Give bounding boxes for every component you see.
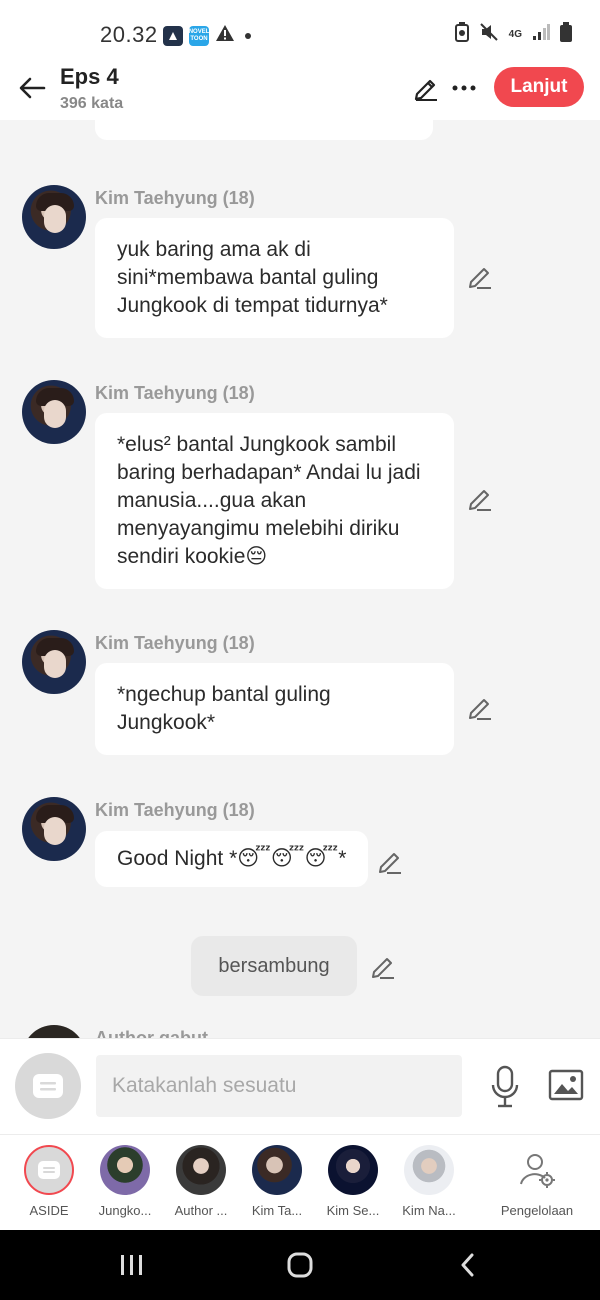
system-nav-bar: [0, 1230, 600, 1300]
more-options-button[interactable]: [448, 72, 480, 104]
next-button[interactable]: Lanjut: [494, 67, 584, 107]
pencil-icon[interactable]: [467, 263, 493, 289]
notification-icons: NOVEL TOON: [163, 24, 251, 47]
home-button[interactable]: [280, 1248, 320, 1282]
character-label: Kim Ta...: [251, 1203, 303, 1218]
character-kim-taehyung[interactable]: Kim Ta...: [242, 1145, 312, 1218]
back-nav-button[interactable]: [448, 1248, 488, 1282]
character-label: Jungko...: [98, 1203, 152, 1218]
character-label: ASIDE: [29, 1203, 69, 1218]
sender-name: Kim Taehyung (18): [95, 383, 255, 403]
message-bubble[interactable]: yuk baring ama ak di sini*membawa bantal…: [95, 218, 454, 338]
warning-icon: [215, 24, 235, 47]
pencil-icon[interactable]: [467, 485, 493, 511]
partial-message-bubble: [95, 120, 433, 140]
recent-apps-icon: [121, 1255, 142, 1275]
avatar: [404, 1145, 454, 1195]
character-bar: ASIDE Jungko... Author ... Kim Ta... Kim…: [0, 1134, 600, 1230]
edit-episode-button[interactable]: [410, 72, 442, 104]
user-gear-icon: [512, 1145, 562, 1195]
network-type: 4G: [508, 28, 522, 40]
aside-icon: [33, 1074, 63, 1098]
character-aside[interactable]: ASIDE: [14, 1145, 84, 1218]
battery-icon: [560, 22, 572, 47]
battery-saver-icon: [454, 22, 469, 47]
pencil-icon[interactable]: [467, 694, 493, 720]
signal-icon: [532, 24, 550, 45]
page-title: Eps 4: [60, 64, 119, 89]
character-label: Kim Se...: [326, 1203, 380, 1218]
microphone-icon[interactable]: [488, 1065, 522, 1109]
avatar: [176, 1145, 226, 1195]
sender-name: Kim Taehyung (18): [95, 633, 255, 653]
avatar: [100, 1145, 150, 1195]
avatar[interactable]: [22, 630, 86, 694]
pencil-icon[interactable]: [370, 953, 396, 979]
avatar[interactable]: [22, 185, 86, 249]
aside-toggle-button[interactable]: [15, 1053, 81, 1119]
pencil-icon: [414, 79, 437, 101]
pencil-icon[interactable]: [377, 848, 403, 874]
sender-name: Author gabut: [95, 1028, 208, 1038]
home-icon: [287, 1252, 313, 1278]
character-label: Pengelolaan: [500, 1203, 574, 1218]
more-notifications-dot: [245, 32, 251, 39]
message-bubble[interactable]: *elus² bantal Jungkook sambil baring ber…: [95, 413, 454, 589]
character-author[interactable]: Author ...: [166, 1145, 236, 1218]
avatar: [252, 1145, 302, 1195]
avatar[interactable]: [22, 797, 86, 861]
message-bubble[interactable]: Good Night *😴😴😴*: [95, 831, 369, 887]
avatar: [328, 1145, 378, 1195]
composer-bar: [0, 1038, 600, 1134]
word-count: 396 kata: [60, 95, 124, 112]
status-time: 20.32: [100, 22, 158, 47]
sender-name: Kim Taehyung (18): [95, 188, 255, 208]
narration-bubble[interactable]: bersambung: [191, 936, 357, 996]
more-icon: [452, 85, 476, 91]
system-icons: 4G: [454, 22, 572, 47]
mute-icon: [479, 22, 499, 47]
sender-name: Kim Taehyung (18): [95, 800, 255, 820]
arrow-left-icon: [19, 77, 46, 99]
avatar[interactable]: [22, 1025, 86, 1038]
character-jungkook[interactable]: Jungko...: [90, 1145, 160, 1218]
character-management[interactable]: Pengelolaan: [495, 1145, 579, 1218]
aside-avatar: [24, 1145, 74, 1195]
character-label: Author ...: [174, 1203, 228, 1218]
image-icon[interactable]: [548, 1069, 584, 1101]
character-label: Kim Na...: [402, 1203, 456, 1218]
message-input[interactable]: [96, 1055, 462, 1117]
chevron-left-icon: [461, 1253, 474, 1277]
status-bar: 20.32 NOVEL TOON 4G: [0, 0, 600, 60]
character-kim-namjoon[interactable]: Kim Na...: [394, 1145, 464, 1218]
avatar[interactable]: [22, 380, 86, 444]
message-bubble[interactable]: *ngechup bantal guling Jungkook*: [95, 663, 454, 755]
aside-icon: [38, 1161, 60, 1179]
episode-header: Eps 4 396 kata Lanjut: [0, 60, 600, 120]
back-button[interactable]: [14, 70, 50, 106]
chat-area[interactable]: Kim Taehyung (18) yuk baring ama ak di s…: [0, 120, 600, 1038]
novel-toon-icon: NOVEL TOON: [189, 25, 209, 46]
app-notification-icon: [163, 25, 183, 46]
character-kim-seokjin[interactable]: Kim Se...: [318, 1145, 388, 1218]
recent-apps-button[interactable]: [112, 1248, 152, 1282]
